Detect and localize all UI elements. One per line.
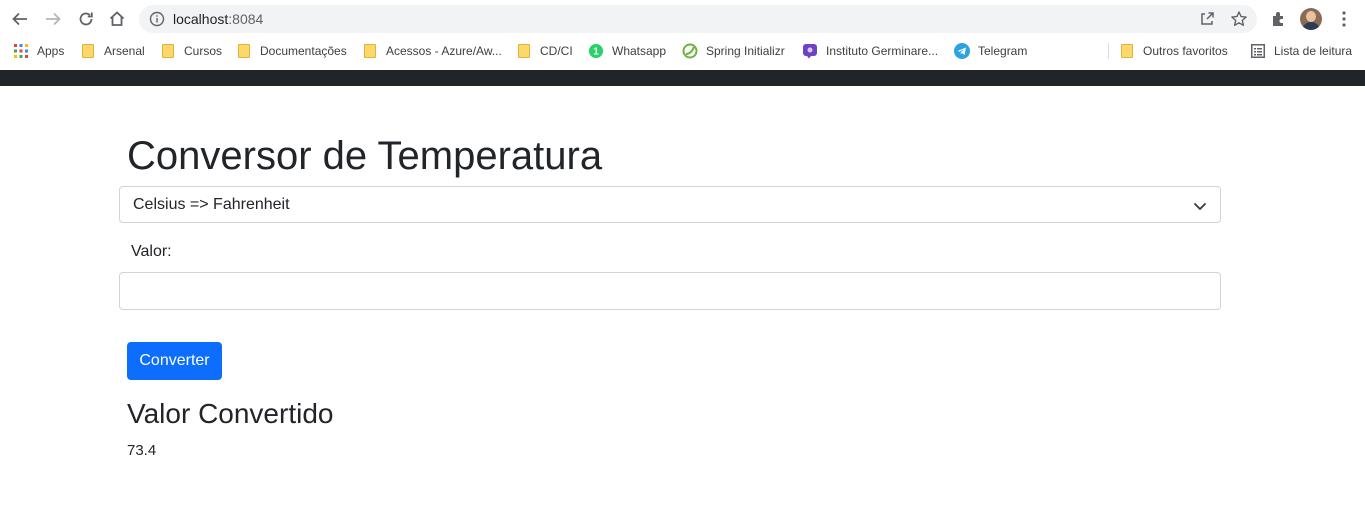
reading-list-icon bbox=[1250, 43, 1266, 59]
forward-button[interactable] bbox=[41, 7, 65, 31]
folder-icon bbox=[160, 43, 176, 59]
bookmark-apps[interactable]: Apps bbox=[13, 42, 64, 60]
reload-icon bbox=[79, 12, 93, 26]
bookmark-label: CD/CI bbox=[540, 44, 573, 58]
bookmark-label: Outros favoritos bbox=[1143, 44, 1228, 58]
bookmark-telegram[interactable]: Telegram bbox=[954, 42, 1027, 60]
bookmark-label: Instituto Germinare... bbox=[826, 44, 939, 58]
arrow-right-icon bbox=[46, 12, 61, 26]
result-value: 73.4 bbox=[127, 442, 157, 459]
bookmark-label: Lista de leitura bbox=[1274, 44, 1353, 58]
url-port: :8084 bbox=[228, 11, 264, 27]
bookmark-acessos[interactable]: Acessos - Azure/Aw... bbox=[362, 42, 502, 60]
home-icon bbox=[109, 11, 125, 26]
reload-button[interactable] bbox=[74, 7, 98, 31]
bookmark-label: Telegram bbox=[978, 44, 1028, 58]
bookmark-whatsapp[interactable]: 1 Whatsapp bbox=[588, 42, 666, 60]
bookmark-label: Arsenal bbox=[104, 44, 145, 58]
home-button[interactable] bbox=[105, 7, 129, 31]
bookmarks-bar: Apps Arsenal Cursos Documentações Acesso… bbox=[0, 38, 1365, 64]
value-label: Valor: bbox=[131, 243, 172, 260]
share-icon[interactable] bbox=[1198, 10, 1216, 28]
bookmark-instituto-germinare[interactable]: Instituto Germinare... bbox=[802, 42, 938, 60]
bookmark-label: Acessos - Azure/Aw... bbox=[386, 44, 502, 58]
bookmark-label: Spring Initializr bbox=[706, 44, 785, 58]
svg-text:1: 1 bbox=[593, 47, 599, 58]
bookmark-label: Cursos bbox=[184, 44, 223, 58]
back-button[interactable] bbox=[8, 7, 32, 31]
info-icon[interactable] bbox=[149, 11, 165, 27]
conversion-select[interactable]: Celsius => Fahrenheit bbox=[119, 186, 1221, 223]
bookmark-star-icon[interactable] bbox=[1230, 10, 1248, 28]
bookmark-label: Documentações bbox=[260, 44, 347, 58]
folder-icon bbox=[362, 43, 378, 59]
kebab-menu-icon[interactable] bbox=[1334, 9, 1354, 29]
bookmark-spring-initializr[interactable]: Spring Initializr bbox=[682, 42, 785, 60]
convert-button[interactable]: Converter bbox=[127, 342, 222, 380]
spring-icon bbox=[682, 43, 698, 59]
bookmark-cdci[interactable]: CD/CI bbox=[516, 42, 573, 60]
bookmark-arsenal[interactable]: Arsenal bbox=[80, 42, 145, 60]
page-title: Conversor de Temperatura bbox=[127, 134, 603, 178]
whatsapp-icon: 1 bbox=[588, 43, 604, 59]
bookmark-documentacoes[interactable]: Documentações bbox=[236, 42, 347, 60]
value-input[interactable] bbox=[119, 272, 1221, 310]
bookmark-label: Apps bbox=[37, 44, 65, 58]
conversion-select-value: Celsius => Fahrenheit bbox=[133, 196, 290, 213]
url-host: localhost bbox=[173, 11, 229, 27]
folder-icon bbox=[236, 43, 252, 59]
browser-toolbar: localhost:8084 bbox=[0, 0, 1365, 38]
url-text[interactable]: localhost:8084 bbox=[173, 11, 263, 27]
folder-icon bbox=[80, 43, 96, 59]
folder-icon bbox=[516, 43, 532, 59]
bookmark-label: Whatsapp bbox=[612, 44, 667, 58]
chevron-down-icon bbox=[1194, 203, 1206, 210]
telegram-icon bbox=[954, 43, 970, 59]
result-title: Valor Convertido bbox=[127, 398, 334, 429]
profile-avatar[interactable] bbox=[1300, 8, 1322, 30]
app-navbar bbox=[0, 70, 1365, 86]
apps-grid-icon bbox=[13, 43, 29, 59]
extensions-puzzle-icon[interactable] bbox=[1269, 9, 1289, 29]
arrow-left-icon bbox=[12, 12, 27, 26]
folder-icon bbox=[1119, 43, 1135, 59]
bookmark-outros-favoritos[interactable]: Outros favoritos bbox=[1119, 42, 1228, 60]
germinare-icon bbox=[802, 43, 818, 59]
bookmarks-divider bbox=[1108, 43, 1109, 59]
bookmark-lista-de-leitura[interactable]: Lista de leitura bbox=[1250, 42, 1352, 60]
bookmark-cursos[interactable]: Cursos bbox=[160, 42, 222, 60]
address-bar[interactable]: localhost:8084 bbox=[139, 5, 1257, 33]
